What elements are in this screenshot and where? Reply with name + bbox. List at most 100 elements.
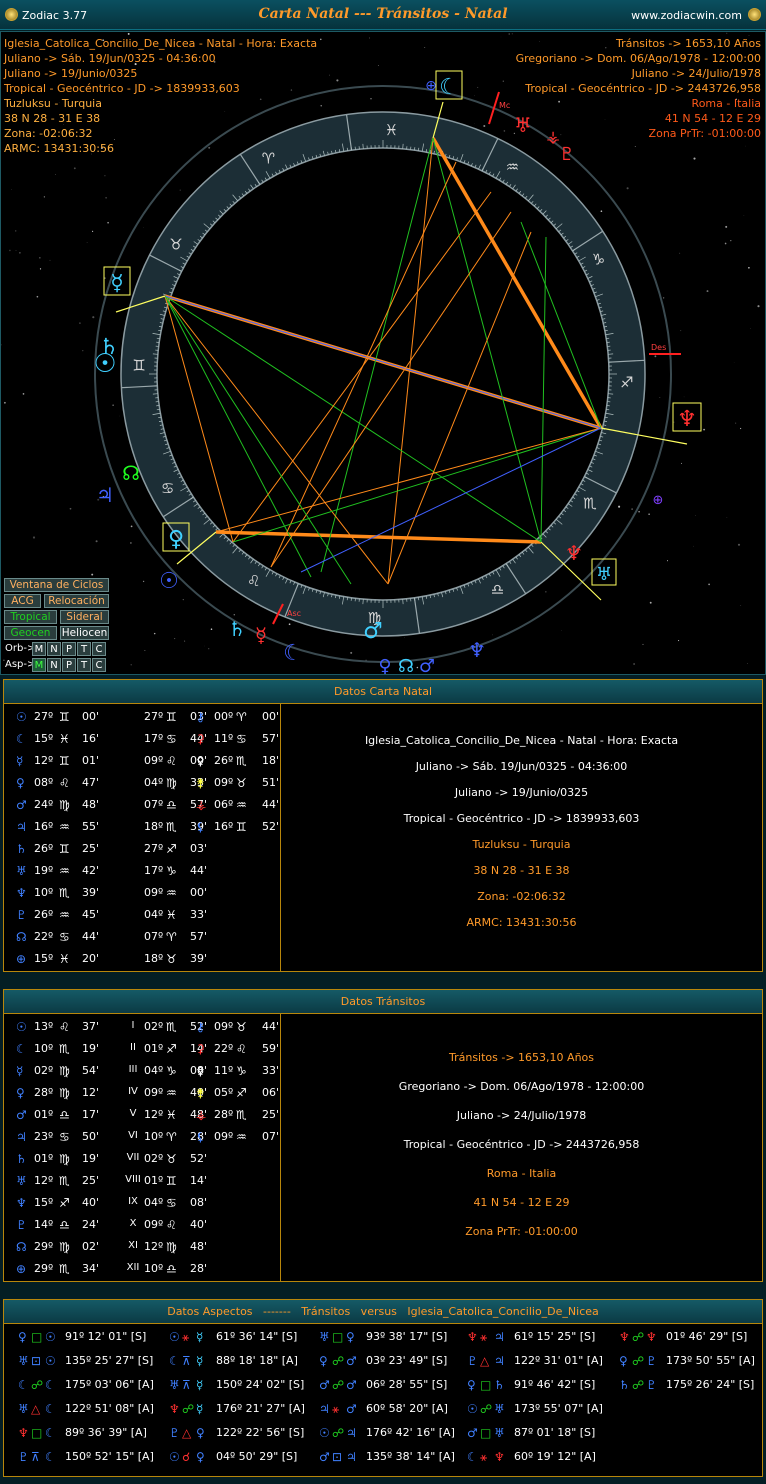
- natal-sun-outer-icon[interactable]: ☉: [159, 569, 179, 594]
- aspect-row: ♆ □ ☾ 89º 36' 39" [A]: [18, 1422, 168, 1444]
- transit-node-icon[interactable]: ☊: [398, 656, 414, 674]
- transit-neptune3-icon[interactable]: ♆: [468, 638, 486, 662]
- tropical-button[interactable]: Tropical: [4, 610, 57, 624]
- transit-pluto-icon[interactable]: ♇: [559, 144, 575, 165]
- minute-value: 52': [262, 820, 280, 833]
- degree-value: 16º: [34, 820, 54, 833]
- sign-icon: ♉: [166, 1152, 177, 1166]
- natal-venus-icon[interactable]: ♀: [168, 527, 184, 552]
- body-icon: ⚳: [196, 1042, 205, 1056]
- natal-part-fortune-icon[interactable]: ⊕: [653, 493, 664, 508]
- sign-icon: ♎: [166, 798, 177, 812]
- ventana-ciclos-button[interactable]: Ventana de Ciclos: [4, 578, 109, 592]
- info-line: Tuzluksu - Turquia: [472, 838, 571, 851]
- body-icon: ♅: [16, 864, 27, 878]
- orb-p-button[interactable]: P: [62, 642, 76, 656]
- aspect-icon: △: [182, 1426, 192, 1440]
- degree-value: 02º: [144, 1152, 164, 1165]
- heliocen-button[interactable]: Heliocen: [60, 626, 109, 640]
- degree-value: 26º: [34, 842, 54, 855]
- transit-part-fortune-icon[interactable]: ⊕: [425, 78, 437, 94]
- orb-t-button[interactable]: T: [77, 642, 91, 656]
- natal-body-icon: ♅: [494, 1402, 505, 1416]
- sign-glyph: ♓: [385, 121, 398, 139]
- body-icon: ⚵: [196, 776, 205, 790]
- asp-c-button[interactable]: C: [92, 658, 106, 672]
- asp-p-button[interactable]: P: [62, 658, 76, 672]
- transit-info-block: Tránsitos -> 1653,10 Años Gregoriano -> …: [516, 36, 761, 141]
- sideral-button[interactable]: Sideral: [60, 610, 109, 624]
- natal-jupiter-icon[interactable]: ♃: [96, 483, 114, 507]
- info-line: Juliano -> 24/Julio/1978: [456, 1109, 587, 1122]
- position-row: ♆ 15º ♐ 40' IX 04º ♋ 08': [4, 1192, 281, 1214]
- natal-data-panel: Datos Carta Natal ☉ 27º ♊ 00' 27º ♊ 03' ⚷ 00º ♈ 00…: [3, 679, 763, 972]
- body-icon: ♆: [16, 886, 27, 900]
- aspect-row: ♆ ☍ ♆ 01º 46' 29" [S]: [619, 1326, 766, 1348]
- body-icon: ⚴: [196, 1064, 205, 1078]
- house-label: IV: [128, 1086, 138, 1097]
- sign-icon: ♊: [236, 820, 247, 834]
- natal-body-icon: ♂: [346, 1402, 357, 1416]
- transit-moon-icon[interactable]: ☾: [439, 75, 459, 100]
- natal-uranus-icon[interactable]: ♅: [596, 564, 612, 585]
- geocen-button[interactable]: Geocen: [4, 626, 57, 640]
- natal-body-icon: ♀: [196, 1426, 205, 1440]
- relocacion-button[interactable]: Relocación: [44, 594, 109, 608]
- position-row: ☾ 10º ♏ 19' II 01º ♐ 14' ⚳ 22º ♌ 59': [4, 1038, 281, 1060]
- degree-value: 19º: [34, 864, 54, 877]
- position-row: ♃ 23º ♋ 50' VI 10º ♈ 28' ⚸ 09º ♒ 07': [4, 1126, 281, 1148]
- body-icon: ☾: [16, 1042, 27, 1056]
- degree-value: 10º: [34, 886, 54, 899]
- natal-body-icon: ♃: [346, 1450, 357, 1464]
- natal-body-icon: ♇: [646, 1378, 657, 1392]
- aspect-icon: ☍: [31, 1378, 44, 1392]
- transit-venus-icon[interactable]: ♀: [378, 656, 391, 674]
- transit-body-icon: ♇: [169, 1426, 180, 1440]
- aspect-value: 01º 46' 29" [S]: [666, 1330, 748, 1343]
- orb-c-button[interactable]: C: [92, 642, 106, 656]
- position-row: ♀ 28º ♍ 12' IV 09º ♒ 40' ⚵ 05º ♐ 06': [4, 1082, 281, 1104]
- transit-mars-icon[interactable]: ♂: [419, 656, 435, 674]
- aspect-value: 61º 36' 14" [S]: [216, 1330, 298, 1343]
- info-line: Zona PrTr: -01:00:00: [465, 1225, 578, 1238]
- aspect-icon: △: [480, 1354, 490, 1368]
- asp-n-button[interactable]: N: [47, 658, 61, 672]
- aspect-value: 173º 55' 07" [A]: [514, 1402, 603, 1415]
- house-label: IX: [128, 1196, 138, 1207]
- orb-n-button[interactable]: N: [47, 642, 61, 656]
- site-url[interactable]: www.zodiacwin.com: [631, 9, 742, 22]
- info-line: Juliano -> Sáb. 19/Jun/0325 - 04:36:00: [415, 760, 628, 773]
- asp-m-button[interactable]: M: [32, 658, 46, 672]
- transit-mercury-icon[interactable]: ☿: [255, 623, 267, 647]
- sign-icon: ♋: [166, 1196, 177, 1210]
- aspect-icon: ⊼: [31, 1450, 40, 1464]
- degree-value: 18º: [144, 952, 164, 965]
- sign-icon: ♏: [166, 1020, 177, 1034]
- natal-moon-icon[interactable]: ☾: [283, 641, 303, 666]
- minute-value: 47': [82, 776, 100, 789]
- house-label: VII: [126, 1152, 140, 1163]
- aspect-row: ☉ ☌ ♀ 04º 50' 29" [S]: [169, 1446, 319, 1468]
- aspect-row: ♂ □ ♅ 87º 01' 18" [S]: [467, 1422, 617, 1444]
- natal-chiron-icon[interactable]: ♄: [228, 617, 246, 641]
- natal-node-icon[interactable]: ☊: [122, 461, 140, 485]
- minute-value: 44': [262, 1020, 280, 1033]
- transit-neptune2-icon[interactable]: ♆: [565, 541, 583, 565]
- asp-t-button[interactable]: T: [77, 658, 91, 672]
- aspect-row: ☾ ☍ ☾ 175º 03' 06" [A]: [18, 1374, 168, 1396]
- degree-value: 22º: [34, 930, 54, 943]
- orb-m-button[interactable]: M: [32, 642, 46, 656]
- degree-value: 06º: [214, 798, 234, 811]
- natal-sun-icon[interactable]: ☉: [93, 349, 116, 379]
- aspect-row: ♀ ☍ ♇ 173º 50' 55" [A]: [619, 1350, 766, 1372]
- transit-neptune-icon[interactable]: ♆: [677, 407, 697, 432]
- chart-area[interactable]: ♈ ♉ ♊ ♋ ♌ ♍ ♎ ♏ ♐ ♑ ♒ ♓ Mc Des Asc ☾ ⊕ ♅…: [0, 31, 766, 675]
- natal-mercury-icon[interactable]: ☿: [110, 271, 124, 296]
- natal-body-icon: ♄: [494, 1378, 505, 1392]
- acg-button[interactable]: ACG: [4, 594, 41, 608]
- minute-value: 03': [190, 842, 208, 855]
- natal-mars-icon[interactable]: ♂: [363, 619, 383, 644]
- aspect-icon: □: [31, 1426, 43, 1440]
- sign-icon: ♐: [166, 842, 177, 856]
- sign-icon: ♓: [59, 732, 70, 746]
